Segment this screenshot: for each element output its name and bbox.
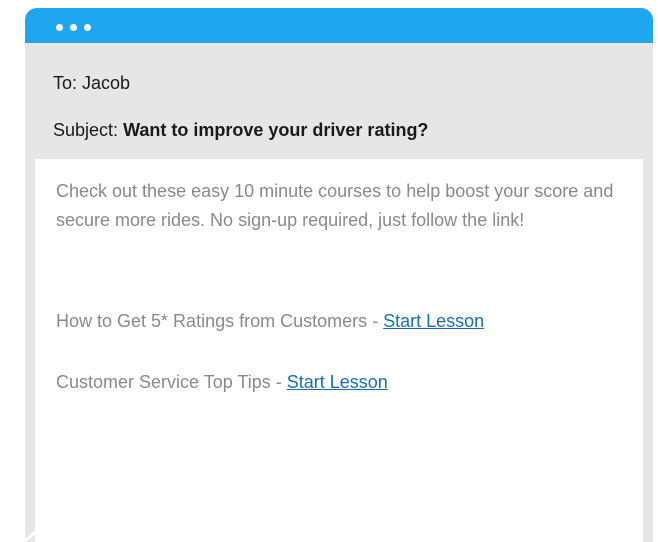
torn-edge-zigzag [25, 528, 642, 542]
window-dot-icon[interactable] [70, 24, 77, 31]
to-field: To: Jacob [53, 73, 130, 94]
lesson-title: Customer Service Top Tips - [56, 372, 282, 392]
window-controls [56, 24, 91, 31]
window-dot-icon[interactable] [56, 24, 63, 31]
subject-text: Want to improve your driver rating? [123, 120, 429, 140]
to-label: To: [53, 73, 78, 93]
start-lesson-link[interactable]: Start Lesson [383, 311, 484, 331]
subject-label: Subject: [53, 120, 119, 140]
recipient-name: Jacob [82, 73, 131, 93]
lesson-item: How to Get 5* Ratings from Customers - S… [56, 311, 484, 332]
start-lesson-link[interactable]: Start Lesson [287, 372, 388, 392]
email-body: Check out these easy 10 minute courses t… [35, 159, 643, 542]
window-titlebar [25, 8, 653, 43]
lesson-item: Customer Service Top Tips - Start Lesson [56, 372, 388, 393]
lesson-title: How to Get 5* Ratings from Customers - [56, 311, 379, 331]
email-window: To: Jacob Subject: Want to improve your … [25, 8, 653, 542]
subject-field: Subject: Want to improve your driver rat… [53, 120, 428, 141]
window-dot-icon[interactable] [84, 24, 91, 31]
body-paragraph: Check out these easy 10 minute courses t… [56, 181, 614, 230]
